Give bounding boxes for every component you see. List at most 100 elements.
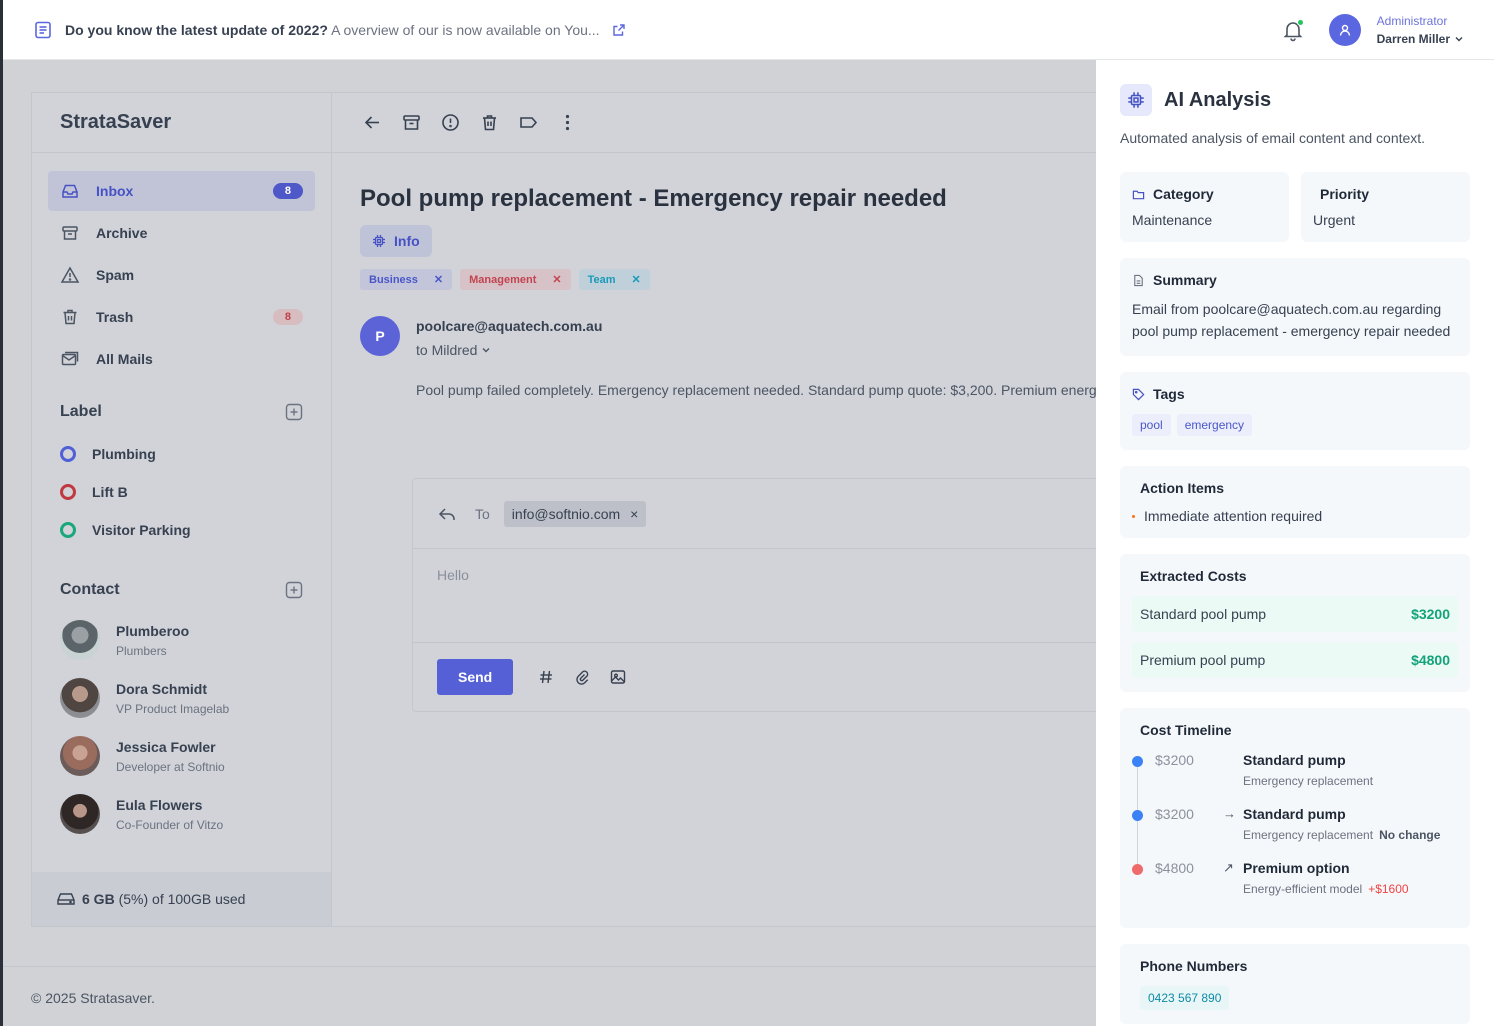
contact-item[interactable]: Jessica Fowler Developer at Softnio — [60, 727, 303, 785]
timeline-dot — [1132, 756, 1143, 767]
ai-tag-list: pool emergency — [1132, 414, 1458, 436]
copyright: © 2025 Stratasaver. — [31, 990, 155, 1006]
report-spam-icon[interactable] — [440, 112, 461, 133]
category-card: Category Maintenance — [1120, 172, 1289, 242]
contact-section-header: Contact — [60, 581, 303, 599]
timeline-price: $4800 — [1155, 860, 1194, 876]
attachment-icon[interactable] — [573, 668, 591, 686]
image-icon[interactable] — [609, 668, 627, 686]
timeline-item: $3200 Standard pump Emergency replacement — [1132, 752, 1450, 806]
document-icon — [33, 20, 53, 40]
announcement-bold: Do you know the latest update of 2022? — [65, 21, 328, 38]
window-edge — [0, 0, 3, 1026]
info-button[interactable]: Info — [360, 225, 432, 257]
remove-tag-icon[interactable]: ✕ — [434, 273, 443, 286]
contact-item[interactable]: Plumberoo Plumbers — [60, 611, 303, 669]
brand-logo[interactable]: StrataSaver — [32, 93, 331, 153]
priority-value: Urgent — [1313, 212, 1356, 228]
email-subject: Pool pump replacement - Emergency repair… — [360, 185, 947, 212]
external-link-icon[interactable] — [612, 23, 626, 37]
update-announcement[interactable]: Do you know the latest update of 2022? A… — [65, 22, 600, 38]
back-arrow-icon[interactable] — [362, 112, 383, 133]
reply-textarea[interactable]: Hello — [413, 549, 1130, 643]
avatar — [60, 678, 100, 718]
contact-role: Co-Founder of Vitzo — [116, 817, 224, 832]
user-menu[interactable]: Administrator Darren Miller — [1377, 14, 1464, 46]
inbox-icon — [60, 181, 80, 201]
email-toolbar — [332, 93, 1130, 153]
sender-avatar: P — [360, 316, 400, 356]
action-text: Immediate attention required — [1144, 508, 1323, 524]
label-item-plumbing[interactable]: Plumbing — [60, 435, 303, 473]
phone-number[interactable]: 0423 567 890 — [1140, 986, 1230, 1010]
remove-recipient-icon[interactable]: × — [630, 506, 638, 522]
user-role: Administrator — [1376, 13, 1448, 28]
hashtag-icon[interactable] — [537, 668, 555, 686]
nav-trash[interactable]: Trash 8 — [48, 297, 315, 337]
panel-title: AI Analysis — [1164, 88, 1272, 111]
tag-team[interactable]: Team ✕ — [578, 269, 650, 290]
nav-inbox[interactable]: Inbox 8 — [48, 171, 315, 211]
nav-label: All Mails — [96, 351, 153, 367]
timeline-item: $4800 ↗ Premium option Energy-efficient m… — [1132, 860, 1450, 914]
add-contact-icon[interactable] — [285, 581, 303, 599]
ai-tag[interactable]: emergency — [1176, 414, 1253, 436]
label-name: Plumbing — [92, 446, 156, 462]
timeline-desc: Energy-efficient model — [1243, 882, 1363, 896]
send-button[interactable]: Send — [437, 659, 514, 695]
archive-icon[interactable] — [401, 112, 422, 133]
mail-nav: Inbox 8 Archive Spam Trash 8 All Mails — [32, 153, 331, 379]
label-item-visitor-parking[interactable]: Visitor Parking — [60, 511, 303, 549]
mail-card: StrataSaver Inbox 8 Archive Spam Trash 8… — [31, 92, 1131, 927]
contact-role: Developer at Softnio — [116, 759, 225, 774]
document-icon — [1134, 274, 1143, 286]
avatar — [60, 736, 100, 776]
costs-label: Extracted Costs — [1140, 568, 1247, 584]
tags-label: Tags — [1153, 386, 1185, 402]
nav-all-mails[interactable]: All Mails — [48, 339, 315, 379]
cost-label: Standard pool pump — [1140, 606, 1267, 622]
reply-footer: Send — [413, 643, 1130, 711]
remove-tag-icon[interactable]: ✕ — [632, 273, 641, 286]
tag-business[interactable]: Business ✕ — [360, 269, 453, 290]
cost-row: Premium pool pump $4800 — [1132, 642, 1458, 678]
delete-icon[interactable] — [479, 112, 500, 133]
timeline-label: Cost Timeline — [1140, 722, 1232, 738]
nav-label: Archive — [96, 225, 148, 241]
timeline-price: $3200 — [1155, 752, 1194, 768]
contact-name: Eula Flowers — [116, 796, 203, 813]
timeline: $3200 Standard pump Emergency replacement… — [1132, 752, 1450, 914]
recipient-toggle[interactable]: to Mildred — [416, 342, 602, 358]
label-tag-icon[interactable] — [518, 112, 539, 133]
notification-dot — [1296, 18, 1304, 26]
sidebar: StrataSaver Inbox 8 Archive Spam Trash 8… — [32, 93, 332, 926]
phone-numbers-card: Phone Numbers 0423 567 890 — [1120, 944, 1470, 1024]
more-vertical-icon[interactable] — [557, 112, 578, 133]
nav-spam[interactable]: Spam — [48, 255, 315, 295]
nav-archive[interactable]: Archive — [48, 213, 315, 253]
user-avatar[interactable] — [1328, 13, 1361, 46]
cost-value: $4800 — [1411, 652, 1450, 668]
summary-text: Email from poolcare@aquatech.com.au rega… — [1132, 301, 1451, 339]
timeline-sub: Emergency replacement — [1243, 774, 1373, 788]
label-item-lift-b[interactable]: Lift B — [60, 473, 303, 511]
unread-badge: 8 — [272, 183, 303, 199]
cpu-icon — [373, 235, 385, 247]
timeline-title: Standard pump — [1243, 752, 1346, 768]
contact-item[interactable]: Eula Flowers Co-Founder of Vitzo — [60, 785, 303, 843]
add-label-icon[interactable] — [285, 403, 303, 421]
chevron-down-icon — [482, 348, 490, 353]
ai-tag[interactable]: pool — [1132, 414, 1171, 436]
label-heading: Label — [60, 403, 102, 420]
cost-value: $3200 — [1411, 606, 1450, 622]
cost-row: Standard pool pump $3200 — [1132, 596, 1458, 632]
category-value: Maintenance — [1132, 212, 1213, 228]
contact-item[interactable]: Dora Schmidt VP Product Imagelab — [60, 669, 303, 727]
tag-management[interactable]: Management ✕ — [460, 269, 571, 290]
phone-label: Phone Numbers — [1140, 958, 1248, 974]
remove-tag-icon[interactable]: ✕ — [552, 273, 561, 286]
reply-icon[interactable] — [437, 504, 457, 524]
recipient-chip[interactable]: info@softnio.com × — [503, 500, 647, 527]
panel-subtitle: Automated analysis of email content and … — [1120, 130, 1426, 146]
notification-bell-icon[interactable] — [1281, 18, 1305, 42]
